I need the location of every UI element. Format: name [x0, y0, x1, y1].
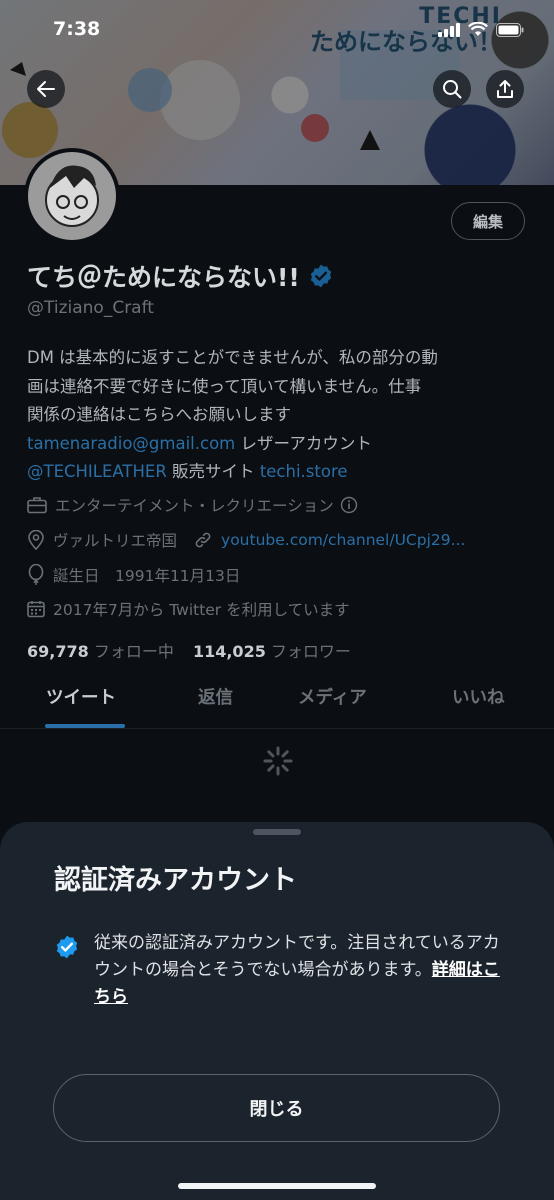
sheet-description: 従来の認証済みアカウントです。注目されているアカウントの場合とそうでない場合があ… [94, 930, 514, 1011]
display-name-row: てち＠ためにならない!! [27, 258, 334, 294]
bio-line-4: tamenaradio@gmail.com レザーアカウント [27, 430, 532, 459]
bio-email-link[interactable]: tamenaradio@gmail.com [27, 434, 235, 453]
bio-leather-handle-link[interactable]: @TECHILEATHER [27, 462, 167, 481]
wifi-icon [468, 22, 488, 36]
follow-counts: 69,778 フォロー中 114,025 フォロワー [27, 638, 351, 662]
bio-line-1: DM は基本的に返すことができませんが、私の部分の動 [27, 348, 438, 367]
bio-line-3: 関係の連絡はこちらへお願いします [27, 405, 291, 424]
bio: DM は基本的に返すことができませんが、私の部分の動 画は連絡不要で好きに使って… [27, 344, 532, 487]
following-label: フォロー中 [93, 642, 174, 661]
info-icon[interactable] [340, 496, 358, 514]
bio-shop-link[interactable]: techi.store [260, 462, 348, 481]
location-label: ヴァルトリエ帝国 [53, 532, 178, 550]
bio-after-email: レザーアカウント [235, 433, 372, 453]
calendar-icon [27, 601, 45, 618]
edit-profile-button[interactable]: 編集 [451, 202, 525, 240]
category-row: エンターテイメント・レクリエーション [27, 494, 366, 516]
birthday-label: 誕生日 1991年11月13日 [53, 567, 241, 585]
birthday-row: 誕生日 1991年11月13日 [27, 564, 240, 586]
bio-line-5: @TECHILEATHER 販売サイト techi.store [27, 458, 532, 487]
tab-likes[interactable]: いいね [452, 684, 505, 709]
followers-count: 114,025 [192, 642, 266, 661]
joined-label: 2017年7月から Twitter を利用しています [53, 601, 350, 619]
status-icons [438, 22, 524, 37]
verified-badge-icon [56, 935, 78, 959]
tab-tweets[interactable]: ツイート [46, 684, 116, 709]
following-link[interactable]: 69,778 フォロー中 [27, 642, 174, 661]
share-icon [497, 80, 513, 98]
tab-media[interactable]: メディア [298, 684, 367, 709]
briefcase-icon [27, 497, 47, 514]
avatar[interactable] [24, 148, 120, 244]
verified-badge-icon[interactable] [308, 263, 334, 289]
display-name: てち＠ためにならない!! [27, 263, 300, 292]
close-button[interactable]: 閉じる [53, 1074, 500, 1142]
back-button[interactable] [27, 70, 65, 108]
category-label: エンターテイメント・レクリエーション [55, 497, 334, 515]
tab-replies[interactable]: 返信 [198, 684, 233, 709]
sheet-title: 認証済みアカウント [54, 865, 297, 896]
sheet-drag-handle[interactable] [253, 829, 301, 835]
handle: @Tiziano_Craft [27, 298, 154, 318]
profile-tabs: ツイート 返信 メディア いいね [0, 684, 554, 728]
link-icon [195, 532, 211, 548]
location-pin-icon [28, 530, 44, 550]
tabs-divider [0, 728, 554, 729]
balloon-icon [28, 564, 44, 585]
bio-shop-label: 販売サイト [166, 462, 260, 481]
followers-link[interactable]: 114,025 フォロワー [193, 642, 351, 661]
followers-label: フォロワー [270, 642, 351, 661]
avatar-image [28, 152, 116, 240]
arrow-left-icon [37, 81, 55, 97]
share-button[interactable] [486, 70, 524, 108]
verified-info-sheet: 認証済みアカウント 従来の認証済みアカウントです。注目されているアカウントの場合… [0, 822, 554, 1200]
battery-icon [496, 22, 524, 37]
website-link[interactable]: youtube.com/channel/UCpj29... [221, 531, 465, 549]
following-count: 69,778 [27, 642, 89, 661]
bio-line-2: 画は連絡不要で好きに使って頂いて構いません。仕事 [27, 376, 422, 396]
location-website-row: ヴァルトリエ帝国 youtube.com/channel/UCpj29... [27, 529, 465, 551]
home-indicator [178, 1183, 376, 1189]
search-button[interactable] [433, 70, 471, 108]
status-time: 7:38 [53, 18, 101, 40]
joined-row: 2017年7月から Twitter を利用しています [27, 598, 350, 620]
avatar-drawing [45, 165, 99, 227]
search-icon [443, 80, 462, 99]
signal-icon [438, 22, 460, 37]
loading-spinner-icon [263, 746, 293, 776]
